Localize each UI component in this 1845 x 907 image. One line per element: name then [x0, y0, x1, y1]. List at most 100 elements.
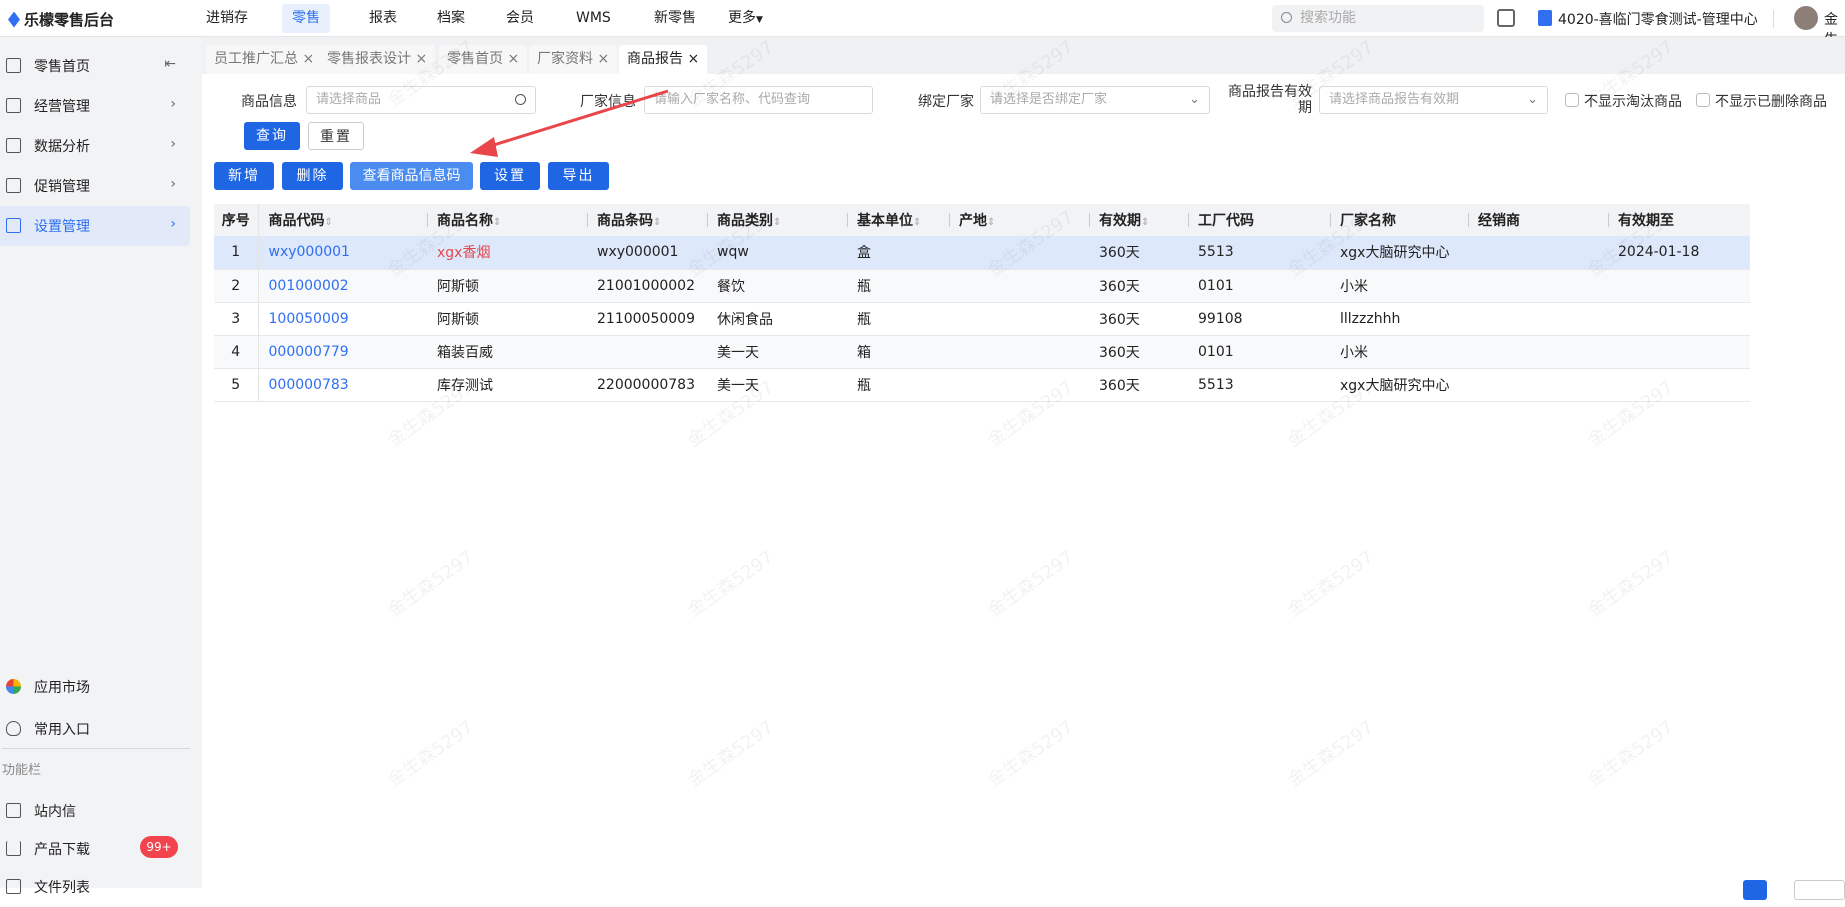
sort-icon[interactable]: ⇕	[913, 217, 921, 228]
close-icon[interactable]: ×	[302, 51, 314, 67]
sort-icon[interactable]: ⇕	[773, 217, 781, 228]
column-divider[interactable]	[1089, 213, 1090, 227]
view-product-code-button[interactable]: 查看商品信息码	[350, 162, 473, 190]
tab-staff-promo[interactable]: 员工推广汇总 ×	[206, 45, 323, 74]
pagination-current-page[interactable]	[1743, 880, 1767, 900]
nav-jinxiaocun[interactable]: 进销存	[196, 4, 258, 33]
column-header[interactable]: 产地⇕	[949, 204, 1089, 236]
sidebar-item-data-analysis[interactable]: 数据分析 ›	[0, 126, 190, 166]
validity-select[interactable]: 请选择商品报告有效期 ⌄	[1319, 86, 1548, 114]
sidebar-item-settings[interactable]: 设置管理 ›	[0, 206, 190, 246]
printer-icon[interactable]	[1497, 9, 1515, 27]
table-row[interactable]: 5 000000783 库存测试 22000000783 美一天瓶 360天 5513 xgx…	[214, 368, 1750, 402]
app-logo[interactable]: 乐檬零售后台	[8, 9, 114, 30]
table-cell: 小米	[1330, 335, 1468, 369]
sort-icon[interactable]: ⇕	[653, 217, 661, 228]
close-icon[interactable]: ×	[507, 51, 519, 67]
table-cell	[587, 335, 707, 369]
column-divider[interactable]	[1330, 213, 1331, 227]
sidebar-item-operations[interactable]: 经营管理 ›	[0, 86, 190, 126]
table-row[interactable]: 2 001000002 阿斯顿 21001000002 餐饮瓶 360天 0101 小米	[214, 269, 1750, 303]
column-header[interactable]: 基本单位⇕	[847, 204, 949, 236]
avatar[interactable]	[1794, 6, 1818, 30]
sort-icon[interactable]: ⇕	[987, 217, 995, 228]
column-label: 厂家名称	[1340, 213, 1396, 229]
close-icon[interactable]: ×	[597, 51, 609, 67]
sort-icon[interactable]: ⇕	[1141, 217, 1149, 228]
sidebar-label: 应用市场	[34, 680, 90, 696]
collapse-sidebar-icon[interactable]: ⇤	[164, 56, 176, 72]
placeholder: 请选择是否绑定厂家	[990, 92, 1108, 107]
table-cell: 瓶	[847, 302, 949, 336]
nav-more[interactable]: 更多▼	[718, 4, 773, 33]
nav-reports[interactable]: 报表	[359, 4, 407, 33]
tab-report-design[interactable]: 零售报表设计 ×	[319, 45, 436, 74]
hide-deleted-checkbox[interactable]	[1696, 93, 1710, 107]
column-divider[interactable]	[1608, 213, 1609, 227]
sidebar-messages[interactable]: 站内信	[0, 791, 190, 831]
settings-button[interactable]: 设置	[480, 162, 540, 190]
nav-wms[interactable]: WMS	[566, 4, 621, 33]
table-cell	[1468, 269, 1608, 303]
watermark: 金生森5297	[1583, 547, 1678, 622]
sidebar-item-promotions[interactable]: 促销管理 ›	[0, 166, 190, 206]
bind-vendor-select[interactable]: 请选择是否绑定厂家 ⌄	[980, 86, 1210, 114]
column-divider[interactable]	[427, 213, 428, 227]
tab-label: 员工推广汇总	[214, 51, 298, 67]
column-header[interactable]: 商品名称⇕	[427, 204, 587, 236]
sidebar-downloads[interactable]: 产品下载	[0, 829, 190, 869]
column-divider[interactable]	[587, 213, 588, 227]
feature-search[interactable]: 搜索功能	[1272, 5, 1484, 32]
nav-retail[interactable]: 零售	[282, 4, 330, 33]
tab-product-report[interactable]: 商品报告 ×	[619, 45, 708, 74]
top-bar: 乐檬零售后台 进销存 零售 报表 档案 会员 WMS 新零售 更多▼ 搜索功能 …	[0, 0, 1845, 48]
table-row[interactable]: 4 000000779 箱装百威 美一天箱 360天 0101 小米	[214, 335, 1750, 369]
nav-members[interactable]: 会员	[496, 4, 544, 33]
column-divider[interactable]	[707, 213, 708, 227]
tab-retail-home[interactable]: 零售首页 ×	[439, 45, 528, 74]
export-button[interactable]: 导出	[548, 162, 609, 190]
table-cell[interactable]: 001000002	[258, 269, 427, 303]
close-icon[interactable]: ×	[415, 51, 427, 67]
table-row[interactable]: 1 wxy000001 xgx香烟 wxy000001 wqw 盒 360天 5513 xgx大…	[214, 236, 1750, 270]
folder-icon	[6, 218, 21, 233]
monitor-icon	[6, 98, 21, 113]
table-cell[interactable]: 100050009	[258, 302, 427, 336]
table-cell[interactable]: 000000783	[258, 368, 427, 402]
sidebar-file-list[interactable]: 文件列表	[0, 867, 190, 907]
chevron-right-icon: ›	[170, 216, 176, 232]
close-icon[interactable]: ×	[687, 51, 699, 67]
hide-eliminated-label: 不显示淘汰商品	[1584, 94, 1682, 110]
table-cell[interactable]: 000000779	[258, 335, 427, 369]
add-button[interactable]: 新增	[214, 162, 274, 190]
page-size-select[interactable]	[1794, 880, 1845, 900]
nav-new-retail[interactable]: 新零售	[644, 4, 706, 33]
column-divider[interactable]	[1188, 213, 1189, 227]
column-header[interactable]: 商品类别⇕	[707, 204, 847, 236]
column-divider[interactable]	[1468, 213, 1469, 227]
hide-deleted-label: 不显示已删除商品	[1715, 94, 1827, 110]
nav-archives[interactable]: 档案	[427, 4, 475, 33]
delete-button[interactable]: 删除	[282, 162, 343, 190]
reset-button[interactable]: 重置	[308, 122, 364, 150]
store-name[interactable]: 4020-喜临门零食测试-管理中心	[1558, 9, 1758, 29]
table-cell[interactable]: wxy000001	[258, 236, 427, 270]
table-header: 序号 商品代码⇕ 商品名称⇕ 商品条码⇕ 商品类别⇕ 基本单位⇕ 产地⇕ 有效期⇕ 工厂代码 厂家…	[214, 204, 1750, 236]
query-button[interactable]: 查询	[244, 122, 300, 150]
sidebar-item-retail-home[interactable]: 零售首页 ⇤	[0, 46, 190, 86]
table-row[interactable]: 3 100050009 阿斯顿 21100050009 休闲食品瓶 360天 99108 ll…	[214, 302, 1750, 336]
table-cell: 休闲食品	[707, 302, 847, 336]
column-header[interactable]: 商品代码⇕	[258, 204, 427, 236]
column-divider[interactable]	[847, 213, 848, 227]
hide-eliminated-checkbox[interactable]	[1565, 93, 1579, 107]
column-header[interactable]: 有效期⇕	[1089, 204, 1188, 236]
chevron-right-icon: ›	[170, 136, 176, 152]
table-cell: 阿斯顿	[427, 302, 587, 336]
column-header[interactable]: 商品条码⇕	[587, 204, 707, 236]
sidebar-favorites[interactable]: 常用入口	[0, 709, 190, 749]
sort-icon[interactable]: ⇕	[325, 217, 333, 228]
column-divider[interactable]	[949, 213, 950, 227]
tab-vendors[interactable]: 厂家资料 ×	[529, 45, 618, 74]
sort-icon[interactable]: ⇕	[493, 217, 501, 228]
sidebar-app-market[interactable]: 应用市场	[0, 667, 190, 707]
